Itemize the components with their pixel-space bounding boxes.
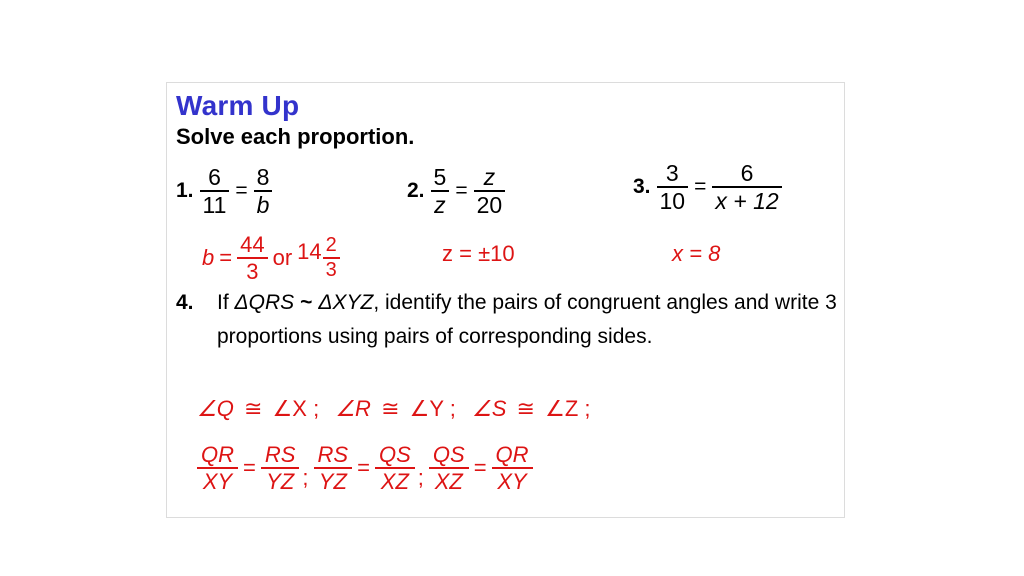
angle-pair-1-left: ∠Q (197, 396, 234, 421)
proportion-1-right-numerator: RS (260, 443, 300, 470)
proportion-2-equals: = (357, 455, 370, 481)
problem-4-lead: If (217, 291, 235, 314)
proportion-1-right-denominator: YZ (266, 469, 295, 495)
proportion-1: QR XY = RS YZ (197, 443, 300, 495)
angle-pair-3-right: ∠Z (545, 396, 579, 421)
problem-1-answer-mixed-denominator: 3 (325, 259, 337, 282)
problem-4-triangle-qrs: ΔQRS (234, 291, 295, 314)
problem-4-proportion-answers: QR XY = RS YZ ; RS YZ = QS XZ ; QS XZ = … (197, 443, 541, 493)
angle-pair-2-terminator: ; (449, 396, 456, 421)
problem-3-answer-text: x = 8 (672, 241, 721, 266)
problem-1-answer-fraction: 44 3 (237, 233, 268, 285)
angle-pair-2-symbol: ≅ (381, 396, 400, 421)
proportion-2-left-numerator: RS (313, 443, 353, 470)
proportion-1-equals: = (243, 455, 256, 481)
problem-4: 4. If ΔQRS ~ ΔXYZ, identify the pairs of c… (176, 286, 847, 354)
problem-1-right-denominator: b (256, 192, 270, 219)
proportion-3-left-denominator: XZ (434, 469, 463, 495)
angle-pair-1-symbol: ≅ (243, 396, 263, 421)
problem-3-equals: = (694, 175, 707, 199)
problem-1-answer: b = 44 3 or 14 2 3 (202, 233, 340, 283)
problem-2-right-fraction: z 20 (473, 165, 506, 219)
proportion-2: RS YZ = QS XZ (313, 443, 415, 495)
proportion-1-separator: ; (302, 465, 309, 491)
problem-2-right-numerator: z (473, 165, 506, 193)
problem-2-left-denominator: z (434, 192, 446, 219)
proportion-2-right-denominator: XZ (380, 469, 409, 495)
proportion-2-right-fraction: QS XZ (374, 443, 415, 495)
problem-1-number: 1. (176, 179, 194, 203)
problem-3-right-fraction: 6 x + 12 (712, 161, 782, 215)
problem-1-answer-equals: = (219, 245, 233, 271)
problem-3-right-denominator: x + 12 (715, 188, 779, 215)
proportion-3-left-fraction: QS XZ (428, 443, 469, 495)
problem-2-equals: = (455, 179, 468, 203)
problem-1-equation: 1. 6 11 = 8 b (176, 165, 273, 219)
problem-1-answer-denominator: 3 (246, 259, 259, 285)
problem-4-triangle-xyz: ΔXYZ (318, 291, 374, 314)
problem-1-right-fraction: 8 b (253, 165, 273, 219)
angle-pair-3-symbol: ≅ (516, 396, 535, 421)
angle-pair-2-right: ∠Y (409, 396, 444, 421)
problem-1-answer-mixed-number: 14 2 3 (297, 235, 340, 281)
proportion-2-right-numerator: QS (374, 443, 415, 470)
problem-1-left-numerator: 6 (199, 165, 230, 193)
angle-pair-2-left: ∠R (335, 396, 371, 421)
problem-2-left-numerator: 5 (430, 165, 450, 193)
problem-3-answer: x = 8 (672, 241, 720, 267)
proportion-3: QS XZ = QR XY (428, 443, 533, 495)
problem-1-right-numerator: 8 (253, 165, 273, 193)
problem-1-answer-whole: 14 (297, 239, 322, 265)
angle-pair-3-terminator: ; (584, 396, 591, 421)
warm-up-card: Warm Up Solve each proportion. 1. 6 11 =… (166, 82, 845, 518)
proportion-3-right-numerator: QR (491, 443, 533, 470)
page-subtitle: Solve each proportion. (176, 124, 415, 149)
problem-4-number: 4. (176, 291, 194, 314)
problem-1-equals: = (235, 179, 248, 203)
problem-1-answer-variable: b (202, 245, 215, 271)
proportion-1-left-numerator: QR (197, 443, 238, 470)
proportion-2-separator: ; (417, 465, 424, 491)
problem-1-answer-mixed-numerator: 2 (322, 235, 340, 260)
angle-pair-1-right: ∠X (272, 396, 307, 421)
problem-4-text: If ΔQRS ~ ΔXYZ, identify the pairs of cong… (217, 286, 847, 354)
problem-1-left-denominator: 11 (202, 192, 227, 219)
problem-3-left-denominator: 10 (659, 188, 686, 215)
problem-1-left-fraction: 6 11 (199, 165, 230, 219)
slide-canvas: Warm Up Solve each proportion. 1. 6 11 =… (0, 0, 1024, 576)
problem-4-angle-answers: ∠Q ≅ ∠X ; ∠R ≅ ∠Y ; ∠S ≅ ∠Z ; (197, 396, 591, 422)
proportion-3-right-fraction: QR XY (491, 443, 533, 495)
problem-1-answer-mixed-fraction: 2 3 (322, 235, 340, 282)
angle-pair-3-left: ∠S (472, 396, 507, 421)
problem-2-equation: 2. 5 z = z 20 (407, 165, 506, 219)
proportion-3-separator (533, 491, 541, 493)
problem-3-equation: 3. 3 10 = 6 x + 12 (633, 161, 782, 213)
problem-2-number: 2. (407, 179, 425, 203)
problem-1-answer-numerator: 44 (237, 233, 268, 260)
proportion-2-left-denominator: YZ (318, 469, 347, 495)
proportion-3-left-numerator: QS (428, 443, 469, 470)
problem-3-right-numerator: 6 (712, 161, 782, 189)
proportion-1-left-fraction: QR XY (197, 443, 238, 493)
proportion-3-equals: = (473, 455, 487, 481)
proportion-1-left-denominator: XY (202, 469, 233, 495)
problem-3-left-fraction: 3 10 (656, 161, 689, 215)
proportion-3-right-denominator: XY (497, 469, 527, 495)
angle-pair-1-terminator: ; (313, 396, 320, 421)
proportion-2-left-fraction: RS YZ (313, 443, 353, 495)
page-title: Warm Up (176, 90, 300, 121)
problem-4-similar-symbol: ~ (300, 291, 313, 314)
proportion-1-right-fraction: RS YZ (260, 443, 300, 495)
problem-2-right-denominator: 20 (476, 192, 503, 219)
problem-3-number: 3. (633, 175, 651, 199)
problem-2-left-fraction: 5 z (430, 165, 450, 219)
problem-2-answer: z = ±10 (442, 241, 515, 266)
problem-3-left-numerator: 3 (656, 161, 689, 189)
problem-1-answer-connector: or (272, 245, 293, 271)
